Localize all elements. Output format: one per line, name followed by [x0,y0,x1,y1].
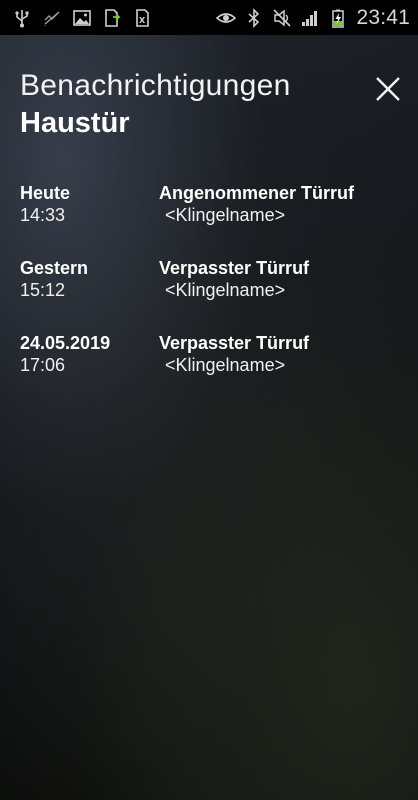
svg-text:-: - [44,22,46,28]
page-subtitle: Haustür [20,107,130,139]
entry-type: Angenommener Türruf [159,183,355,203]
notifications-screen: - X 23:41 Benachrichtigungen Haustür Heu… [0,0,418,800]
entry-date: 24.05.2019 [20,333,111,353]
page-header: Benachrichtigungen Haustür [20,68,360,140]
entry-type: Verpasster Türruf [159,258,310,278]
entry-details: Verpasster Türruf <Klingelname> [159,332,410,407]
image-icon [72,8,92,28]
close-icon [376,77,400,101]
entry-bell-name: <Klingelname> [165,205,286,225]
page-title: Benachrichtigungen [20,69,291,102]
entry-date: Heute [20,183,71,203]
entry-details: Verpasster Türruf <Klingelname> [159,257,410,332]
sync-off-icon: - [42,8,62,28]
battery-charging-icon [328,8,348,28]
entry-time: 14:33 [20,205,66,225]
close-button[interactable] [372,73,404,105]
entry-date: Gestern [20,258,89,278]
usb-icon [12,8,32,28]
entry-timestamp: Gestern 15:12 [20,257,159,332]
entry-timestamp: Heute 14:33 [20,182,159,257]
list-item[interactable]: Gestern 15:12 Verpasster Türruf <Klingel… [20,257,410,332]
clock: 23:41 [356,5,410,29]
status-bar: - X 23:41 [0,0,418,35]
signal-icon [300,8,320,28]
entry-bell-name: <Klingelname> [165,355,286,375]
svg-text:X: X [139,16,146,25]
status-bar-notifications: - X [12,8,152,28]
notification-list: Heute 14:33 Angenommener Türruf <Klingel… [20,182,410,407]
eye-icon [216,8,237,28]
entry-timestamp: 24.05.2019 17:06 [20,332,159,407]
bluetooth-icon [244,7,264,28]
list-item[interactable]: 24.05.2019 17:06 Verpasster Türruf <Klin… [20,332,410,407]
list-item[interactable]: Heute 14:33 Angenommener Türruf <Klingel… [20,182,410,257]
sd-card-icon: X [132,8,152,28]
download-icon [102,8,122,28]
entry-type: Verpasster Türruf [159,333,310,353]
status-bar-system: 23:41 [216,6,410,30]
silent-icon [272,8,292,28]
entry-bell-name: <Klingelname> [165,280,286,300]
entry-time: 15:12 [20,280,66,300]
entry-details: Angenommener Türruf <Klingelname> [159,182,410,257]
entry-time: 17:06 [20,355,66,375]
